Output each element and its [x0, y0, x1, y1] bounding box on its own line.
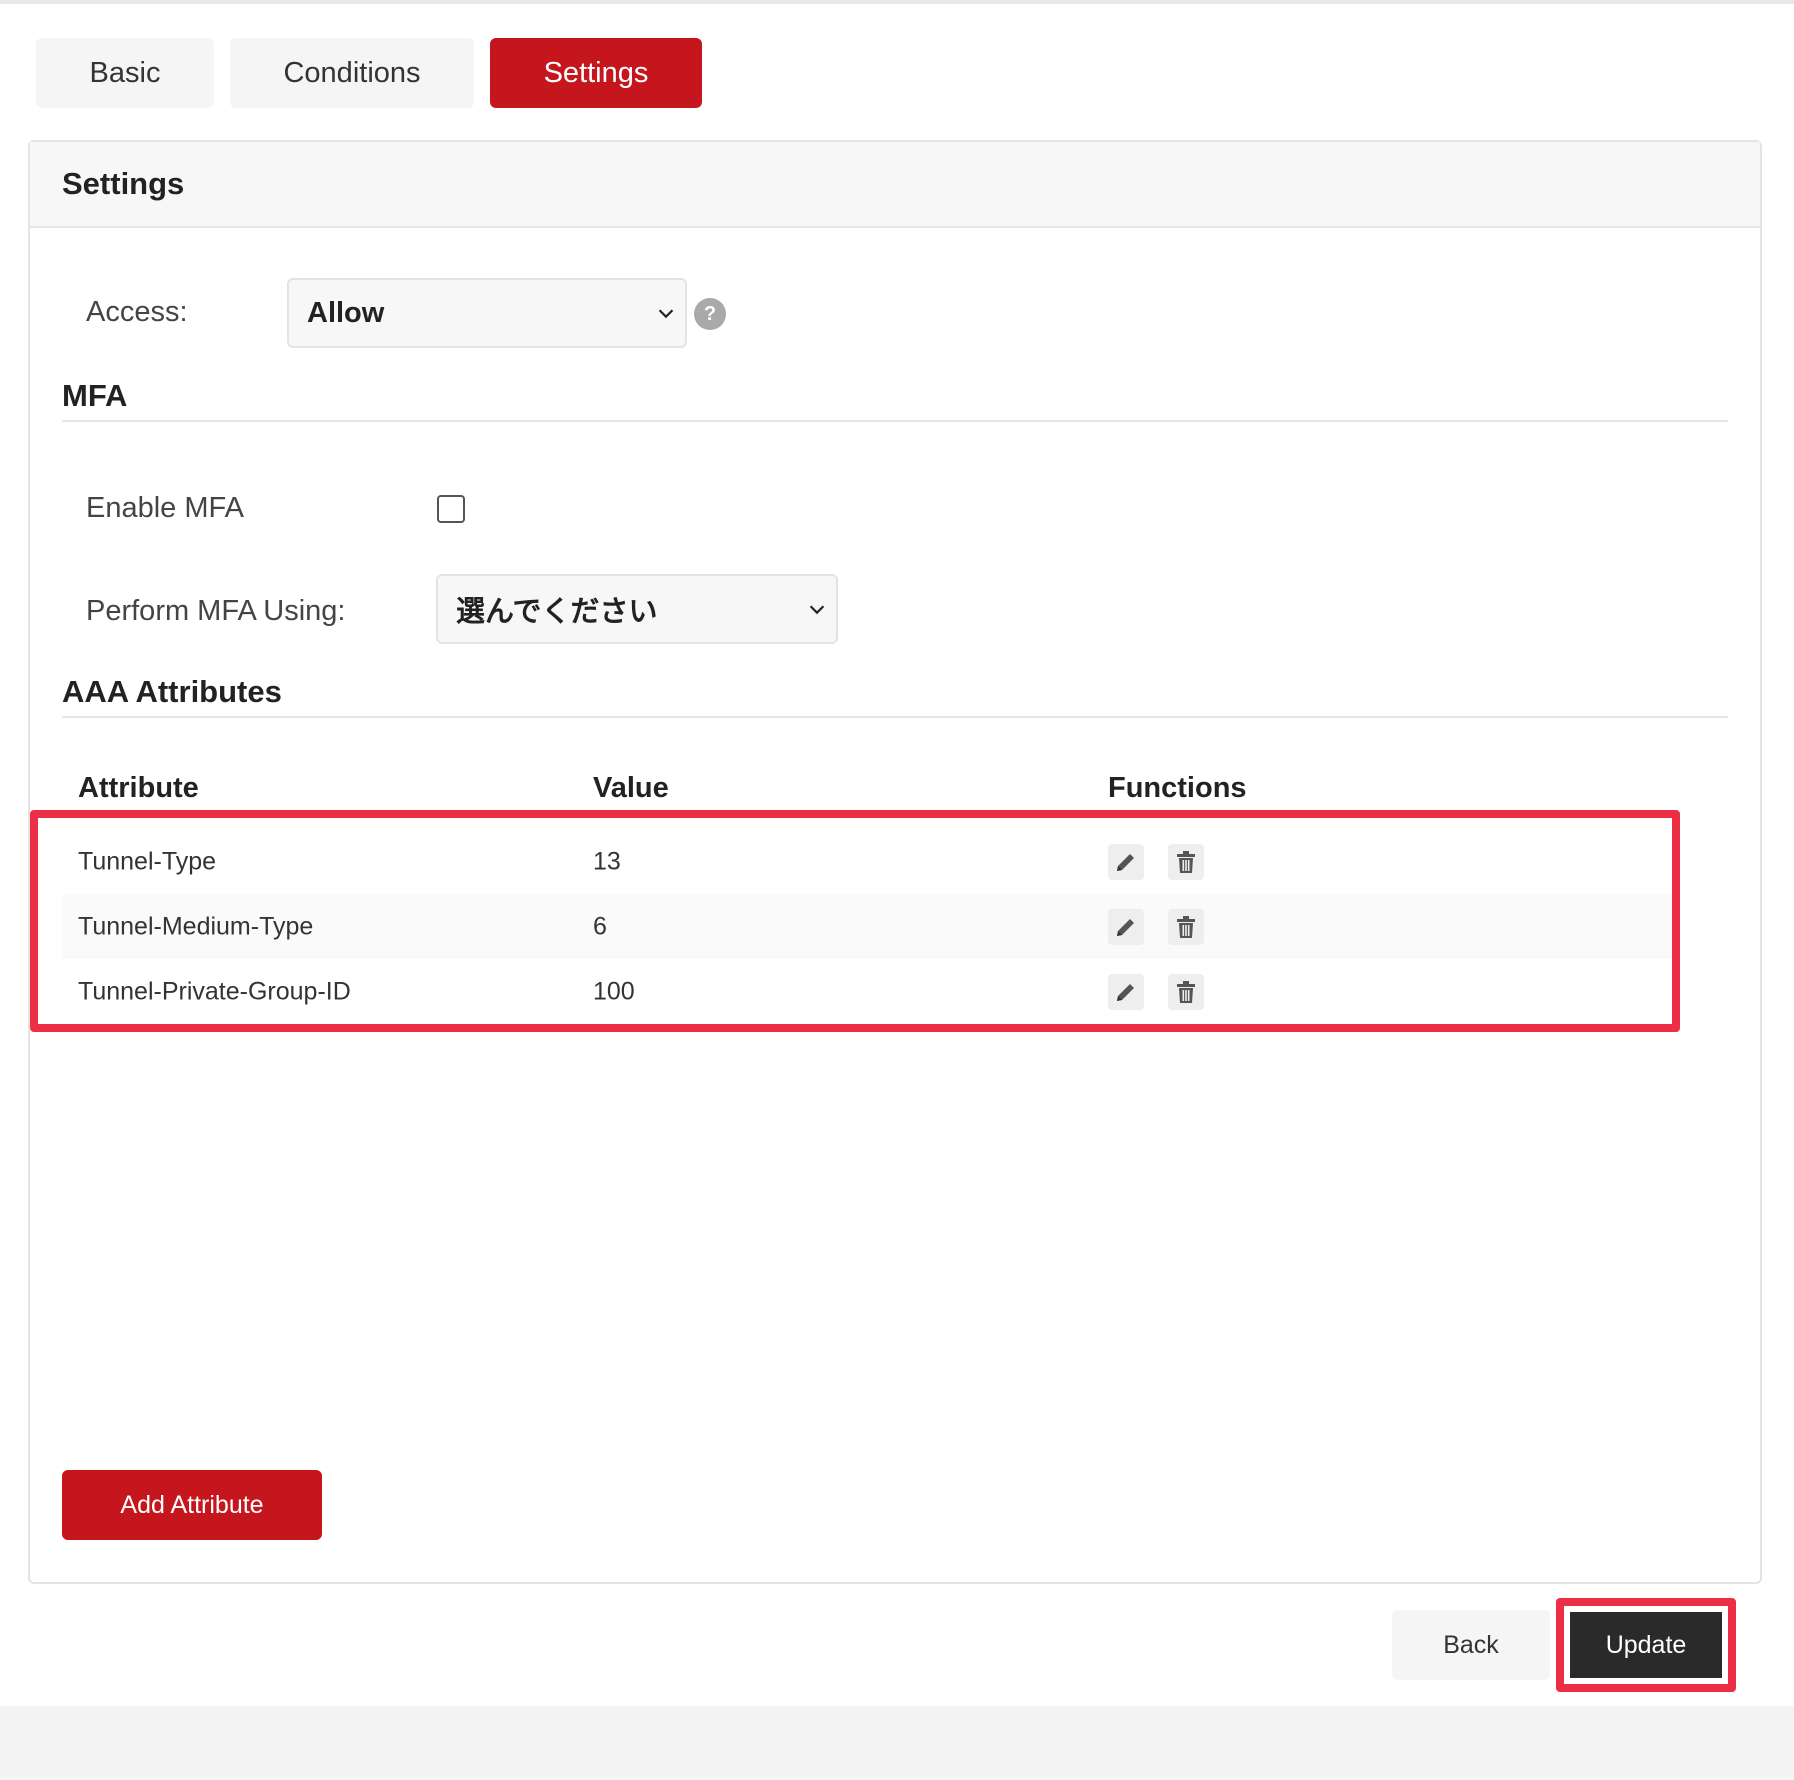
pencil-icon: [1117, 918, 1134, 936]
trash-icon: [1177, 850, 1195, 873]
attribute-cell: Tunnel-Type: [78, 847, 217, 875]
value-cell: 100: [593, 977, 635, 1005]
aaa-divider: [62, 716, 1728, 718]
page: Basic Conditions Settings Settings Acces…: [0, 0, 1794, 1706]
chevron-down-icon: [658, 309, 674, 319]
settings-panel: Settings Access: Allow ? MFA Enable MFA …: [28, 140, 1762, 1584]
trash-icon: [1177, 915, 1195, 938]
mfa-divider: [62, 420, 1728, 422]
back-button[interactable]: Back: [1392, 1610, 1550, 1680]
pencil-icon: [1117, 983, 1134, 1001]
attribute-cell: Tunnel-Private-Group-ID: [78, 977, 351, 1005]
aaa-section-title: AAA Attributes: [62, 674, 282, 709]
perform-mfa-select[interactable]: 選んでください: [436, 574, 838, 644]
help-icon[interactable]: ?: [694, 298, 726, 330]
value-cell: 6: [593, 912, 607, 940]
table-row: Tunnel-Private-Group-ID 100: [62, 959, 1678, 1024]
access-select-value: Allow: [307, 296, 385, 329]
edit-button[interactable]: [1108, 973, 1144, 1010]
tab-settings[interactable]: Settings: [490, 38, 702, 108]
trash-icon: [1177, 980, 1195, 1003]
column-header-value: Value: [593, 772, 669, 804]
attribute-cell: Tunnel-Medium-Type: [78, 912, 314, 940]
access-label: Access:: [86, 296, 188, 328]
update-button[interactable]: Update: [1570, 1612, 1722, 1678]
edit-button[interactable]: [1108, 908, 1144, 945]
enable-mfa-checkbox[interactable]: [437, 495, 465, 523]
mfa-section-title: MFA: [62, 378, 128, 413]
tab-basic[interactable]: Basic: [36, 38, 214, 108]
delete-button[interactable]: [1168, 908, 1204, 945]
delete-button[interactable]: [1168, 843, 1204, 880]
table-row: Tunnel-Medium-Type 6: [62, 894, 1678, 959]
tab-bar: Basic Conditions Settings: [36, 38, 702, 108]
chevron-down-icon: [809, 605, 825, 615]
tab-conditions[interactable]: Conditions: [230, 38, 474, 108]
edit-button[interactable]: [1108, 843, 1144, 880]
perform-mfa-label: Perform MFA Using:: [86, 595, 346, 627]
value-cell: 13: [593, 847, 621, 875]
enable-mfa-label: Enable MFA: [86, 492, 244, 524]
access-select[interactable]: Allow: [287, 278, 687, 348]
pencil-icon: [1117, 853, 1134, 871]
column-header-functions: Functions: [1108, 772, 1247, 804]
add-attribute-button[interactable]: Add Attribute: [62, 1470, 322, 1540]
perform-mfa-select-value: 選んでください: [456, 596, 658, 628]
delete-button[interactable]: [1168, 973, 1204, 1010]
table-row: Tunnel-Type 13: [62, 829, 1678, 894]
column-header-attribute: Attribute: [78, 772, 199, 804]
panel-title: Settings: [30, 142, 1760, 228]
